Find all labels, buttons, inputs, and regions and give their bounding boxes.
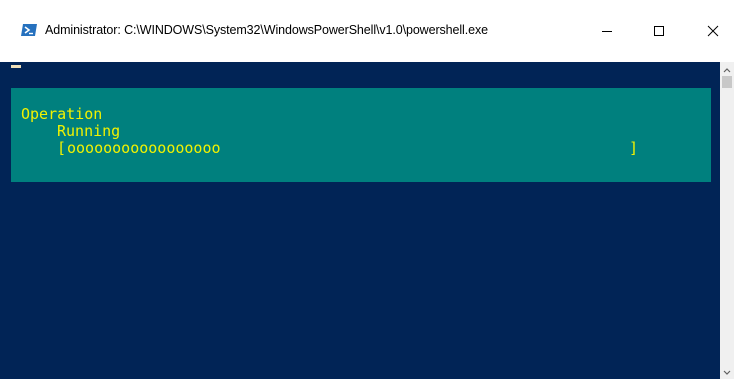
progress-panel: Operation Running [ ooooooooooooooooo ] — [11, 88, 711, 182]
progress-bar-open-bracket: [ — [57, 139, 67, 157]
powershell-window: Administrator: C:\WINDOWS\System32\Windo… — [0, 0, 734, 379]
scroll-down-arrow-icon — [723, 363, 731, 379]
progress-bar-close-bracket: ] — [629, 139, 639, 157]
maximize-icon — [653, 25, 665, 37]
powershell-icon — [21, 22, 37, 38]
window-title: Administrator: C:\WINDOWS\System32\Windo… — [45, 23, 488, 37]
close-button[interactable] — [690, 14, 734, 48]
progress-activity: Operation — [21, 105, 103, 123]
vertical-scrollbar[interactable] — [720, 62, 734, 379]
maximize-button[interactable] — [636, 14, 682, 48]
progress-bar-fill: ooooooooooooooooo — [67, 139, 221, 157]
console-area[interactable]: Operation Running [ ooooooooooooooooo ] — [0, 62, 720, 379]
scroll-up-button[interactable] — [720, 62, 734, 76]
scroll-thumb[interactable] — [722, 76, 732, 88]
close-icon — [707, 25, 719, 37]
title-bar[interactable]: Administrator: C:\WINDOWS\System32\Windo… — [0, 0, 734, 62]
text-cursor — [11, 65, 21, 68]
minimize-icon — [601, 25, 613, 37]
progress-status: Running — [57, 122, 121, 140]
scroll-down-button[interactable] — [720, 365, 734, 379]
minimize-button[interactable] — [584, 14, 630, 48]
